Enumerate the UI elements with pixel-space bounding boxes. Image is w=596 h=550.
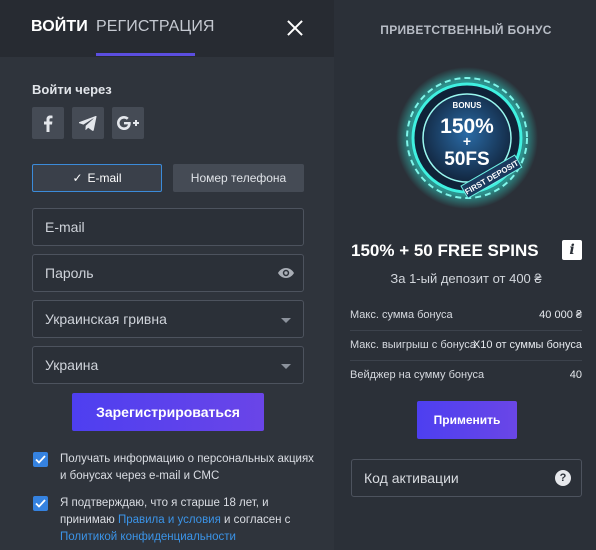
marketing-consent-text: Получать информацию о персональных акция…	[60, 453, 314, 482]
divider	[350, 330, 582, 331]
google-plus-icon[interactable]	[112, 107, 144, 139]
stat-label: Макс. выигрыш с бонуса	[350, 339, 476, 351]
bonus-heading: ПРИВЕТСТВЕННЫЙ БОНУС	[380, 23, 552, 37]
age-terms-checkbox[interactable]	[33, 496, 48, 511]
password-placeholder: Пароль	[45, 265, 94, 281]
checkmark-icon	[35, 499, 46, 508]
check-icon: ✓	[72, 171, 83, 185]
activation-code-input[interactable]: Код активации ?	[351, 459, 582, 497]
facebook-icon[interactable]	[32, 107, 64, 139]
stat-row: Вейджер на сумму бонуса 40	[350, 369, 582, 381]
currency-value: Украинская гривна	[45, 311, 167, 327]
apply-button[interactable]: Применить	[417, 401, 517, 439]
badge-top-text: BONUS	[453, 101, 483, 110]
telegram-icon[interactable]	[72, 107, 104, 139]
register-button[interactable]: Зарегистрироваться	[72, 393, 264, 431]
stat-label: Макс. сумма бонуса	[350, 309, 453, 321]
badge-plus-text: +	[463, 133, 471, 149]
age-consent-middle: и согласен с	[220, 514, 291, 526]
marketing-checkbox[interactable]	[33, 452, 48, 467]
stat-value: 40	[569, 369, 582, 381]
checkmark-icon	[35, 455, 46, 464]
stat-value: X10 от суммы бонуса	[472, 339, 582, 351]
email-method-label: E-mail	[87, 171, 122, 185]
stat-row: Макс. выигрыш с бонуса X10 от суммы бону…	[350, 339, 582, 351]
email-field[interactable]: E-mail	[32, 208, 304, 246]
email-placeholder: E-mail	[45, 219, 85, 235]
bonus-badge: BONUS 150% + 50FS FIRST DEPOSIT	[396, 67, 538, 209]
stat-value: 40 000 ₴	[539, 309, 582, 321]
age-consent-text: Я подтверждаю, что я старше 18 лет, и пр…	[60, 495, 320, 546]
chevron-down-icon	[281, 364, 291, 369]
eye-icon[interactable]	[277, 265, 295, 281]
auth-panel: ВОЙТИ РЕГИСТРАЦИЯ Войти через ✓ E-mail Н…	[0, 0, 334, 550]
terms-link[interactable]: Правила и условия	[118, 514, 221, 526]
currency-select[interactable]: Украинская гривна	[32, 300, 304, 338]
email-method-button[interactable]: ✓ E-mail	[32, 164, 162, 192]
divider	[350, 360, 582, 361]
bonus-subtitle: За 1-ый депозит от 400 ₴	[390, 271, 542, 286]
bonus-panel: ПРИВЕТСТВЕННЫЙ БОНУС BONUS 150% + 50FS F…	[336, 0, 596, 550]
tab-login[interactable]: ВОЙТИ	[31, 18, 88, 36]
chevron-down-icon	[281, 318, 291, 323]
tab-register[interactable]: РЕГИСТРАЦИЯ	[96, 18, 215, 36]
info-icon[interactable]: i	[562, 240, 582, 260]
phone-method-button[interactable]: Номер телефона	[173, 164, 304, 192]
help-icon[interactable]: ?	[555, 470, 571, 486]
bonus-title: 150% + 50 FREE SPINS	[351, 241, 539, 260]
password-field[interactable]: Пароль	[32, 254, 304, 292]
country-value: Украина	[45, 357, 99, 373]
login-via-label: Войти через	[32, 82, 112, 97]
auth-tabs: ВОЙТИ РЕГИСТРАЦИЯ	[0, 0, 334, 57]
activation-placeholder: Код активации	[364, 470, 459, 486]
close-icon[interactable]	[284, 17, 306, 39]
country-select[interactable]: Украина	[32, 346, 304, 384]
privacy-link[interactable]: Политикой конфиденциальности	[60, 531, 236, 543]
badge-spins-text: 50FS	[444, 149, 489, 170]
active-tab-indicator	[96, 53, 195, 56]
stat-row: Макс. сумма бонуса 40 000 ₴	[350, 309, 582, 321]
stat-label: Вейджер на сумму бонуса	[350, 369, 485, 381]
